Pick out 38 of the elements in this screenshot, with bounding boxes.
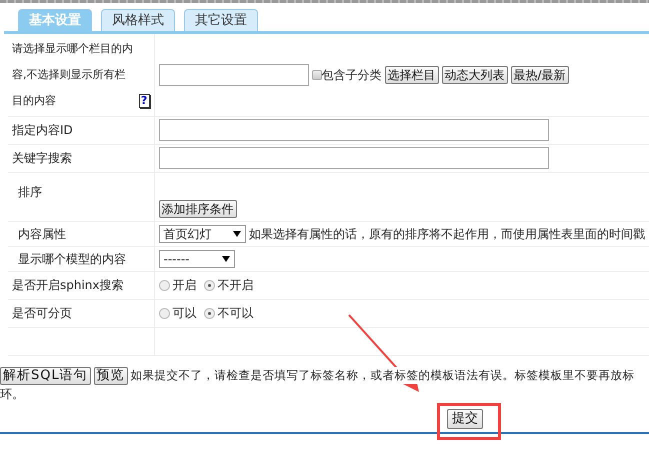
button[interactable]: 预览 [94, 366, 128, 384]
radio-button[interactable] [204, 280, 214, 290]
input-field[interactable] [158, 119, 548, 141]
field-label: 指定内容ID [12, 123, 73, 137]
tab[interactable]: 其它设置 [184, 9, 258, 31]
field-label: 请选择显示哪个栏目的内容,不选择则显示所有栏目的内容 [12, 40, 134, 109]
select-field[interactable]: 首页幻灯 [158, 224, 246, 242]
add-sort-button[interactable]: 添加排序条件 [158, 200, 236, 218]
hint-text: 如果选择有属性的话，原有的排序将不起作用，而使用属性表里面的时间戳 [249, 226, 645, 242]
help-icon[interactable]: ? [138, 94, 150, 108]
dropdown-arrow-icon [233, 230, 241, 236]
submit-button[interactable]: 提交 [447, 408, 483, 428]
button[interactable]: 动态大列表 [442, 66, 508, 84]
field-label: 关键字搜索 [12, 151, 72, 165]
field-label: 内容属性 [18, 226, 66, 240]
select-field[interactable]: ------ [158, 250, 234, 268]
field-label: 是否可分页 [12, 306, 72, 320]
field-label: 显示哪个模型的内容 [18, 252, 126, 266]
field-label: 排序 [18, 184, 43, 200]
checkbox[interactable] [312, 70, 322, 80]
button[interactable]: 解析SQL语句 [0, 366, 91, 384]
button[interactable]: 最热/最新 [510, 66, 569, 84]
field-label: 是否开启sphinx搜索 [12, 278, 124, 292]
radio-label: 不可以 [218, 305, 254, 322]
input-field[interactable] [158, 147, 548, 169]
radio-button[interactable] [158, 308, 170, 318]
dropdown-arrow-icon [222, 256, 230, 262]
radio-button[interactable] [204, 308, 214, 318]
hint-text: 如果提交不了，请检查是否填写了标签名称，或者标签的模板语法有误。标签模板里不要再放标 [130, 366, 635, 384]
tab[interactable]: 风格样式 [101, 9, 175, 31]
radio-label: 不开启 [218, 277, 254, 294]
radio-label: 开启 [172, 277, 196, 294]
radio-button[interactable] [158, 280, 170, 290]
checkbox-label: 包含子分类 [322, 66, 382, 84]
input-field[interactable] [158, 64, 308, 86]
button[interactable]: 选择栏目 [384, 66, 438, 84]
hint-text: 环。 [0, 386, 24, 400]
radio-label: 可以 [172, 305, 196, 322]
